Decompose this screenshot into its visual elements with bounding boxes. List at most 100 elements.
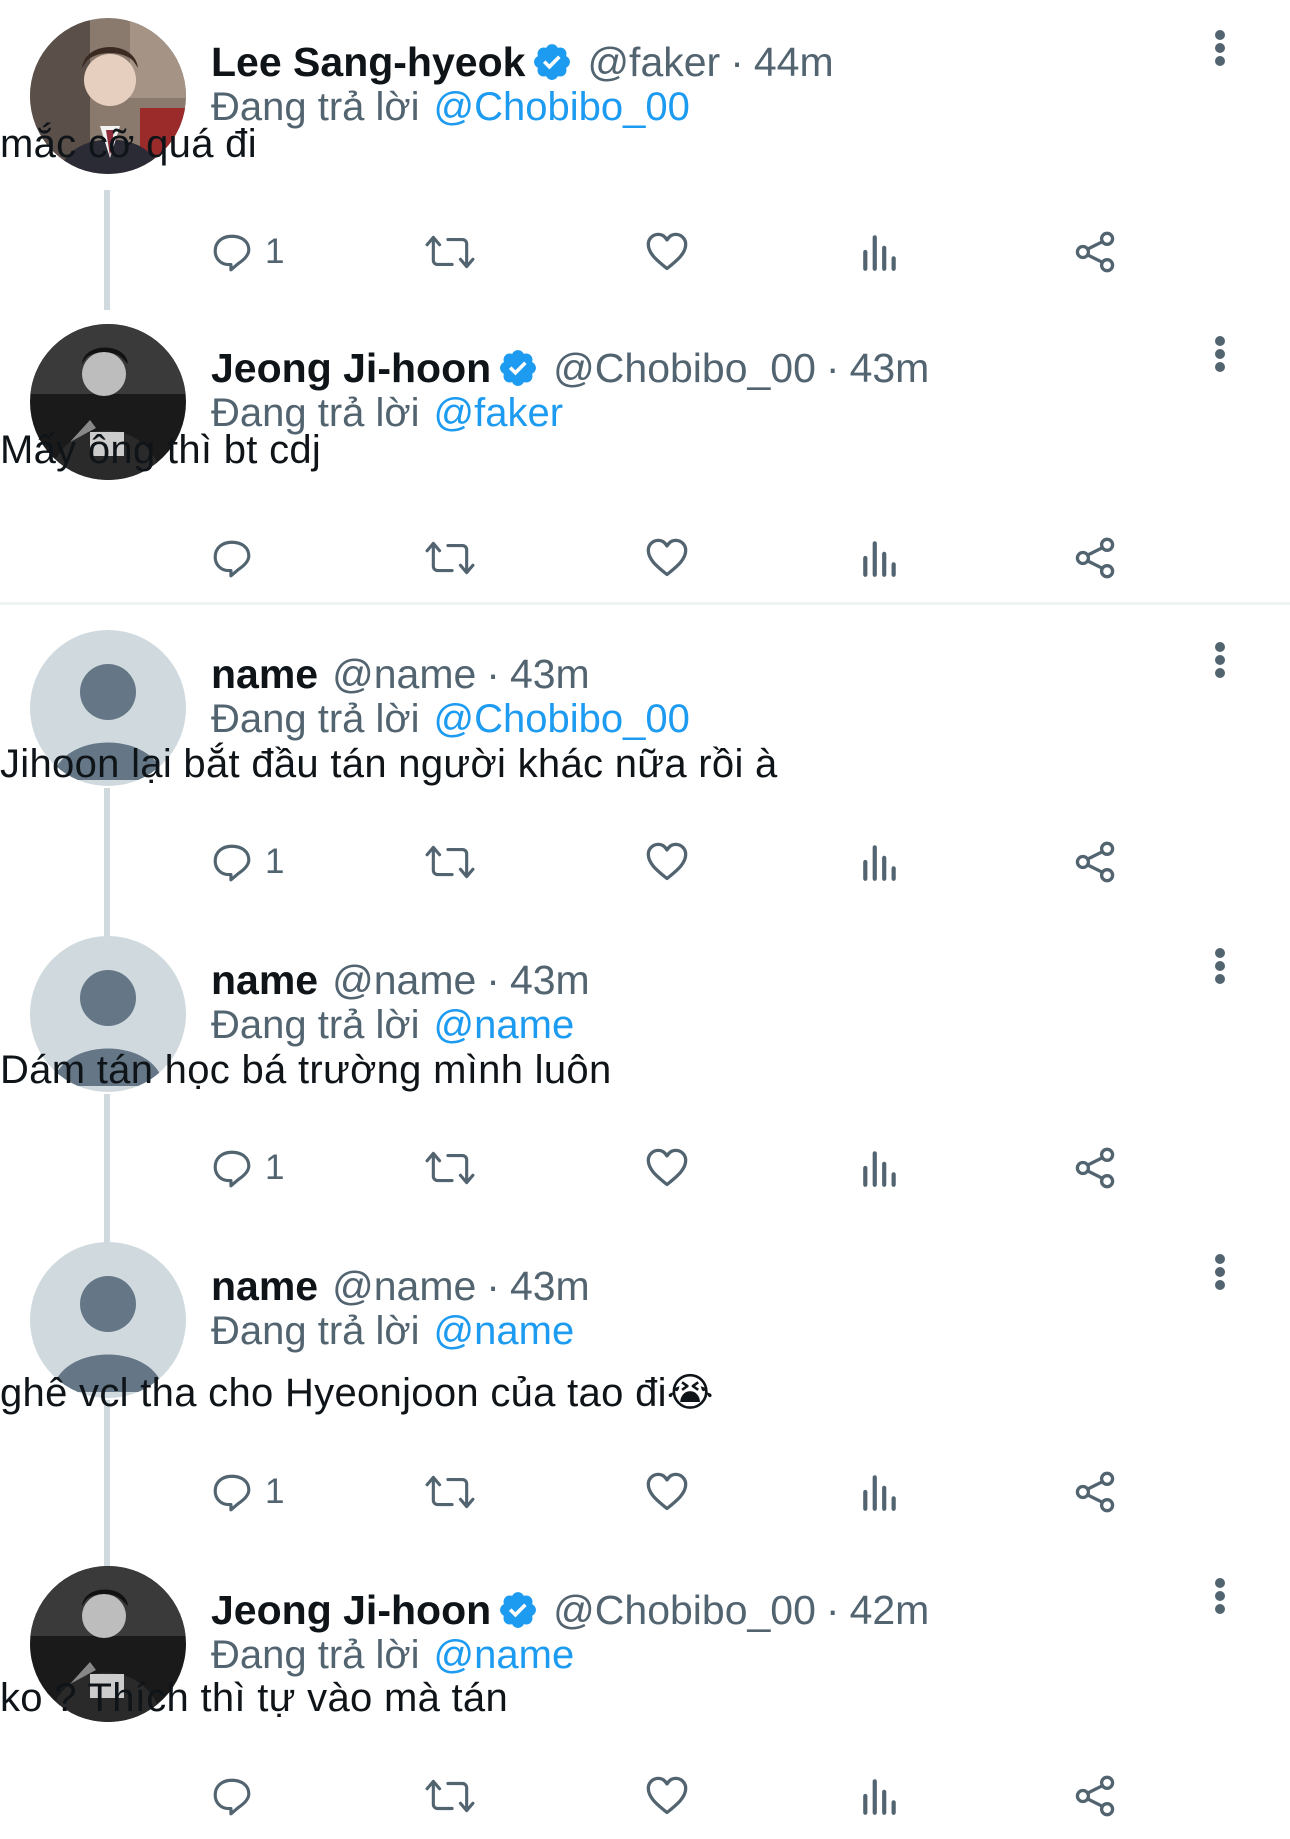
timestamp[interactable]: 43m <box>510 1263 590 1310</box>
separator-dot: · <box>486 956 500 1003</box>
reply-button[interactable]: 1 <box>211 834 284 890</box>
display-name[interactable]: name <box>211 1263 318 1310</box>
retweet-button[interactable] <box>425 834 475 890</box>
share-icon <box>1073 1774 1117 1818</box>
reply-icon <box>211 841 253 883</box>
user-handle[interactable]: @Chobibo_00 <box>553 1587 816 1634</box>
views-button[interactable] <box>859 834 901 890</box>
verified-badge-icon <box>497 347 539 389</box>
views-icon <box>859 537 901 579</box>
retweet-icon <box>425 231 475 273</box>
display-name[interactable]: Lee Sang-hyeok <box>211 39 525 86</box>
tweet-actions: 1 <box>211 1464 1141 1520</box>
user-handle[interactable]: @Chobibo_00 <box>553 345 816 392</box>
reply-button[interactable]: 1 <box>211 1140 284 1196</box>
retweet-button[interactable] <box>425 1768 475 1824</box>
retweet-button[interactable] <box>425 530 475 586</box>
like-button[interactable] <box>645 834 689 890</box>
views-button[interactable] <box>859 1140 901 1196</box>
reply-button[interactable]: 1 <box>211 224 284 280</box>
timestamp[interactable]: 44m <box>754 39 834 86</box>
display-name[interactable]: name <box>211 957 318 1004</box>
separator-dot: · <box>486 650 500 697</box>
user-handle[interactable]: @name <box>332 957 476 1004</box>
views-button[interactable] <box>859 530 901 586</box>
timestamp[interactable]: 43m <box>510 957 590 1004</box>
views-button[interactable] <box>859 1768 901 1824</box>
reply-icon <box>211 1147 253 1189</box>
timestamp[interactable]: 43m <box>510 651 590 698</box>
share-button[interactable] <box>1073 1140 1117 1196</box>
reply-button[interactable] <box>211 530 265 586</box>
reply-count: 1 <box>265 842 285 881</box>
more-options-icon[interactable] <box>1205 334 1235 374</box>
reply-count: 1 <box>265 232 285 271</box>
user-handle[interactable]: @name <box>332 1263 476 1310</box>
share-icon <box>1073 230 1117 274</box>
tweet-actions <box>211 1768 1141 1824</box>
display-name[interactable]: Jeong Ji-hoon <box>211 1587 491 1634</box>
retweet-icon <box>425 841 475 883</box>
more-options-icon[interactable] <box>1205 640 1235 680</box>
reply-count: 1 <box>265 1472 285 1511</box>
views-icon <box>859 1775 901 1817</box>
retweet-button[interactable] <box>425 1140 475 1196</box>
share-icon <box>1073 1470 1117 1514</box>
retweet-button[interactable] <box>425 1464 475 1520</box>
tweet-actions: 1 <box>211 834 1141 890</box>
more-options-icon[interactable] <box>1205 946 1235 986</box>
reply-mention-link[interactable]: @Chobibo_00 <box>434 697 690 742</box>
retweet-icon <box>425 537 475 579</box>
like-icon <box>645 840 689 884</box>
share-button[interactable] <box>1073 530 1117 586</box>
separator-dot: · <box>730 38 744 85</box>
timestamp[interactable]: 42m <box>850 1587 930 1634</box>
conversation-divider <box>0 602 1290 605</box>
views-button[interactable] <box>859 1464 901 1520</box>
timestamp[interactable]: 43m <box>850 345 930 392</box>
like-icon <box>645 1470 689 1514</box>
separator-dot: · <box>825 344 840 391</box>
separator-dot: · <box>486 1262 500 1309</box>
replying-to: Đang trả lời @name <box>211 1306 574 1356</box>
tweet-text: ko ? Thích thì tự vào mà tán <box>0 1676 509 1720</box>
like-button[interactable] <box>645 1140 689 1196</box>
share-button[interactable] <box>1073 1768 1117 1824</box>
user-handle[interactable]: @name <box>332 651 476 698</box>
tweet-header: name @name · 43m Đang trả lời @Chobibo_00 <box>211 642 1230 752</box>
tweet-actions: 1 <box>211 1140 1141 1196</box>
more-options-icon[interactable] <box>1205 1576 1235 1616</box>
like-button[interactable] <box>645 224 689 280</box>
share-button[interactable] <box>1073 834 1117 890</box>
like-button[interactable] <box>645 530 689 586</box>
reply-mention-link[interactable]: @name <box>434 1633 575 1678</box>
display-name[interactable]: name <box>211 651 318 698</box>
retweet-icon <box>425 1775 475 1817</box>
more-options-icon[interactable] <box>1205 1252 1235 1292</box>
reply-mention-link[interactable]: @name <box>434 1003 575 1048</box>
tweet-header: name @name · 43m Đang trả lời @name <box>211 1254 1230 1364</box>
tweet-actions: 1 <box>211 224 1141 280</box>
share-button[interactable] <box>1073 224 1117 280</box>
tweet-text: Mấy ông thì bt cdj <box>0 428 322 472</box>
more-options-icon[interactable] <box>1205 28 1235 68</box>
reply-icon <box>211 537 253 579</box>
reply-mention-link[interactable]: @name <box>434 1309 575 1354</box>
reply-button[interactable] <box>211 1768 265 1824</box>
reply-count: 1 <box>265 1148 285 1187</box>
replying-to-label: Đang trả lời <box>211 696 420 741</box>
reply-icon <box>211 1775 253 1817</box>
reply-button[interactable]: 1 <box>211 1464 284 1520</box>
thread-line <box>104 1400 110 1570</box>
user-handle[interactable]: @faker <box>587 39 720 86</box>
display-name[interactable]: Jeong Ji-hoon <box>211 345 491 392</box>
tweet-actions <box>211 530 1141 586</box>
like-icon <box>645 230 689 274</box>
separator-dot: · <box>825 1586 840 1633</box>
views-button[interactable] <box>859 224 901 280</box>
like-button[interactable] <box>645 1768 689 1824</box>
like-button[interactable] <box>645 1464 689 1520</box>
retweet-button[interactable] <box>425 224 475 280</box>
share-button[interactable] <box>1073 1464 1117 1520</box>
share-icon <box>1073 1146 1117 1190</box>
